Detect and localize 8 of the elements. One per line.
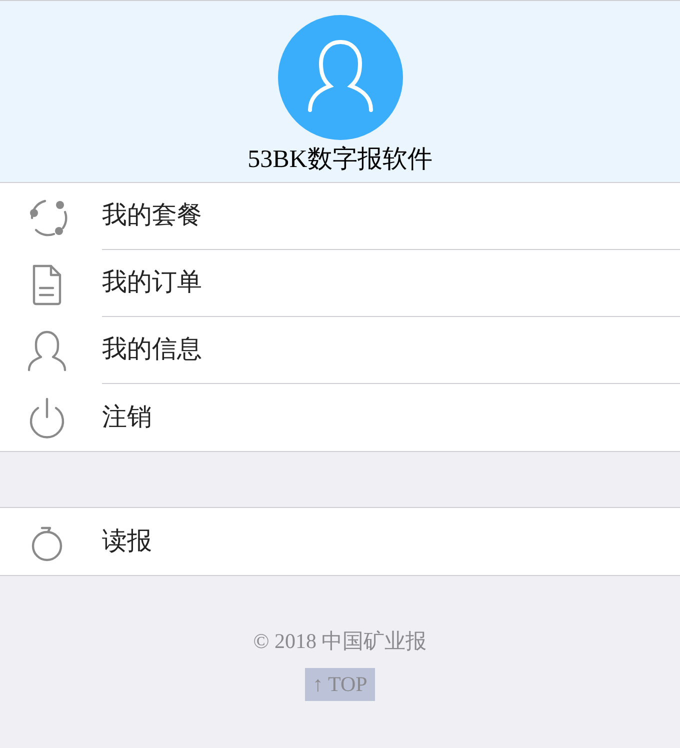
- app-title: 53BK数字报软件: [248, 144, 432, 175]
- avatar-icon: [278, 15, 402, 140]
- menu-item[interactable]: 我的订单: [102, 264, 202, 302]
- copyright-text: © 2018 中国矿业报: [253, 628, 427, 655]
- menu-item[interactable]: 我的套餐: [102, 197, 202, 235]
- menu-item[interactable]: 我的信息: [102, 331, 202, 369]
- menu-item[interactable]: 注销: [102, 398, 152, 436]
- menu-item[interactable]: 读报: [102, 522, 152, 560]
